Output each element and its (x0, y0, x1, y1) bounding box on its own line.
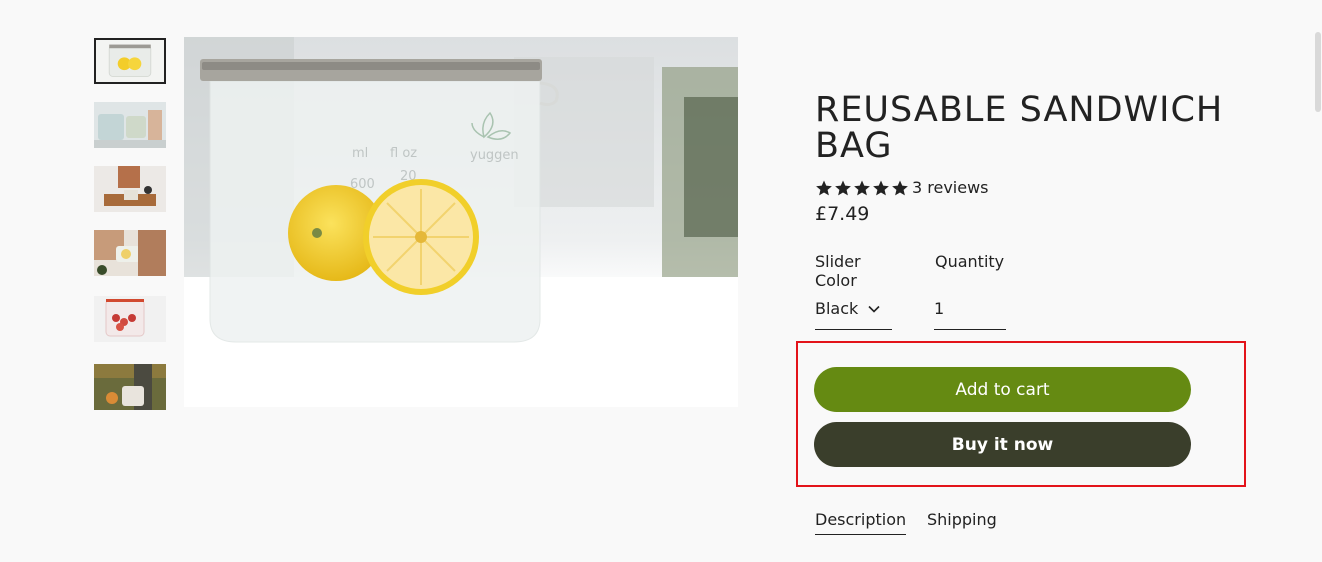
star-rating (815, 179, 909, 197)
thumbnail-cutting-board[interactable] (94, 166, 166, 212)
thumbnail-bag-kitchen[interactable] (94, 102, 166, 148)
tab-shipping[interactable]: Shipping (927, 510, 997, 534)
color-select[interactable]: Black (815, 296, 892, 330)
thumbnail-bag-lemons[interactable] (94, 38, 166, 84)
star-icon (873, 180, 889, 195)
star-icon (892, 180, 908, 195)
main-product-image[interactable]: yuggen ml fl oz 600 20 2 1 250 (184, 37, 738, 407)
page-scrollbar[interactable] (1315, 32, 1321, 112)
thumbnail-image (96, 40, 164, 82)
color-select-value: Black (815, 299, 859, 318)
bag-ml-label: ml (352, 146, 368, 161)
thumbnail-image (94, 296, 166, 342)
bag-brand-text: yuggen (470, 148, 519, 163)
quantity-value: 1 (934, 299, 945, 318)
product-price: £7.49 (815, 203, 870, 225)
thumbnail-image (94, 102, 166, 148)
chevron-down-icon (868, 305, 880, 313)
reviews-count[interactable]: 3 reviews (912, 178, 989, 197)
thumbnail-image (94, 230, 166, 276)
thumbnail-image (94, 166, 166, 212)
star-icon (816, 180, 832, 195)
thumbnail-bag-tomatoes[interactable] (94, 296, 166, 342)
product-title: REUSABLE SANDWICH BAG (815, 90, 1224, 166)
thumbnail-hands-bag[interactable] (94, 230, 166, 276)
product-rating[interactable]: 3 reviews (815, 178, 989, 197)
quantity-label: Quantity (935, 252, 1005, 271)
star-icon (835, 180, 851, 195)
highlight-box (796, 341, 1246, 487)
bag-floz-label: fl oz (390, 146, 417, 161)
quantity-input[interactable]: 1 (934, 296, 1006, 330)
reusable-bag-photo: yuggen ml fl oz 600 20 2 1 250 (184, 37, 738, 407)
color-option-label: Slider Color (815, 252, 861, 290)
star-icon (854, 180, 870, 195)
tab-description[interactable]: Description (815, 510, 907, 535)
thumbnail-image (94, 364, 166, 410)
thumbnail-outdoor-bag[interactable] (94, 364, 166, 410)
